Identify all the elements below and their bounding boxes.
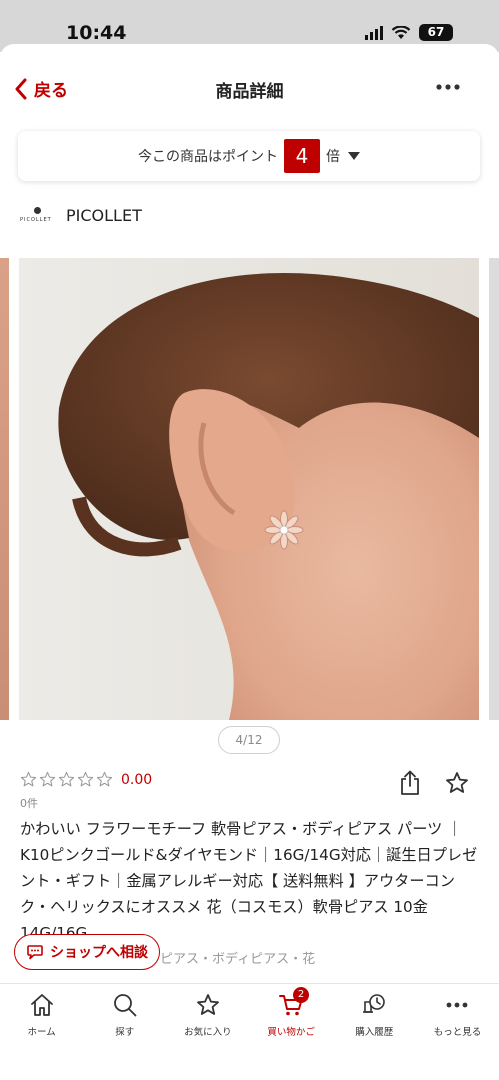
tab-label: もっと見る (433, 1027, 482, 1038)
share-icon[interactable] (398, 770, 422, 796)
bottom-tab-bar: ホーム 探す お気に入り 2 買い物かご 購入履歴 もっと見る (0, 983, 499, 1080)
rating-value: 0.00 (121, 771, 153, 788)
shop-logo: PICOLLET (20, 206, 56, 225)
star-empty-icon (77, 771, 94, 787)
battery-icon: 67 (419, 24, 453, 41)
rating[interactable]: 0.00 (20, 771, 152, 788)
tab-label: 買い物かご (267, 1027, 315, 1038)
product-tags[interactable]: ピアス・ボディピアス・花 (160, 948, 315, 967)
star-empty-icon (20, 771, 37, 787)
status-icons: 67 (365, 24, 453, 41)
shop-link[interactable]: PICOLLET PICOLLET (20, 206, 142, 225)
star-empty-icon (39, 771, 56, 787)
tab-home[interactable]: ホーム (0, 984, 83, 1080)
status-time: 10:44 (66, 22, 127, 44)
page-title: 商品詳細 (215, 82, 284, 102)
signal-icon (365, 25, 383, 40)
previous-image-peek[interactable] (0, 258, 9, 720)
cart-badge: 2 (293, 987, 310, 1003)
product-photo-image (19, 258, 479, 720)
wifi-icon (391, 25, 411, 39)
shop-name: PICOLLET (66, 206, 142, 225)
nav-header: 戻る 商品詳細 (0, 44, 499, 132)
chat-bubble-icon (27, 945, 43, 960)
image-gallery[interactable] (0, 258, 499, 720)
tab-favorites[interactable]: お気に入り (166, 984, 249, 1080)
tab-more[interactable]: もっと見る (416, 984, 499, 1080)
points-banner[interactable]: 今この商品はポイント 4 倍 (18, 131, 480, 181)
tab-label: 購入履歴 (355, 1027, 394, 1038)
history-icon (363, 994, 386, 1013)
favorite-star-icon[interactable] (445, 771, 469, 795)
shop-consult-label: ショップへ相談 (50, 945, 148, 961)
home-icon (30, 994, 53, 1016)
next-image-peek[interactable] (489, 258, 499, 720)
more-dots-icon (447, 1002, 468, 1008)
points-prefix: 今この商品はポイント (138, 149, 278, 165)
product-photo[interactable] (19, 258, 479, 720)
review-count[interactable]: 0件 (20, 795, 38, 811)
product-sheet: 戻る 商品詳細 今この商品はポイント 4 倍 PICOLLET PICOLLET (0, 44, 499, 1080)
product-title: かわいい フラワーモチーフ 軟骨ピアス・ボディピアス パーツ ｜ K10ピンクゴ… (20, 820, 478, 942)
tab-cart[interactable]: 2 買い物かご (250, 984, 333, 1080)
points-multiplier: 4 (284, 139, 320, 173)
star-empty-icon (96, 771, 113, 787)
tab-label: ホーム (27, 1027, 56, 1038)
more-dots-icon[interactable] (435, 80, 461, 94)
image-pager: 4/12 (218, 726, 280, 754)
shop-logo-text: PICOLLET (20, 216, 52, 223)
tab-label: お気に入り (184, 1027, 232, 1038)
search-icon (113, 994, 137, 1017)
tab-search[interactable]: 探す (83, 984, 166, 1080)
points-suffix: 倍 (326, 149, 340, 165)
tab-label: 探す (115, 1027, 135, 1038)
tab-history[interactable]: 購入履歴 (333, 984, 416, 1080)
star-icon (197, 994, 219, 1015)
shop-consult-button[interactable]: ショップへ相談 (14, 934, 160, 970)
star-empty-icon (58, 771, 75, 787)
caret-down-icon (348, 152, 360, 160)
